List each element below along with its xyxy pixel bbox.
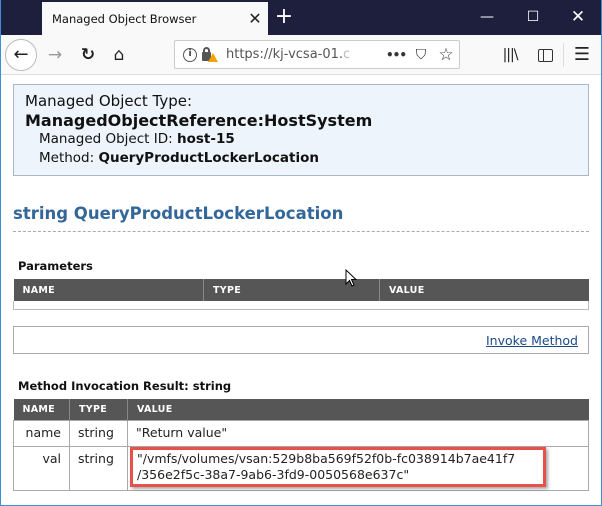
parameters-empty-row <box>13 301 589 310</box>
cell-type: string <box>69 420 128 447</box>
method-line: Method: QueryProductLockerLocation <box>25 149 577 168</box>
page-content: Managed Object Type: ManagedObjectRefere… <box>13 84 589 491</box>
cell-type: string <box>69 446 128 491</box>
home-icon[interactable]: ⌂ <box>105 41 133 69</box>
url-value-faded: c <box>343 47 351 62</box>
cell-name: val <box>13 446 70 491</box>
reload-icon[interactable]: ↻ <box>74 41 102 69</box>
star-icon[interactable]: ☆ <box>433 45 459 65</box>
parameters-header-row: NAME TYPE VALUE <box>13 279 589 301</box>
object-type-label: Managed Object Type: <box>25 92 192 110</box>
value-line-1: "/vmfs/volumes/vsan:529b8ba569f52f0b-fc0… <box>137 451 516 466</box>
tab-title: Managed Object Browser <box>52 11 197 26</box>
column-header-type: TYPE <box>69 398 128 421</box>
info-icon[interactable]: i <box>183 47 197 62</box>
url-bar[interactable]: i https://kj-vcsa-01.c ••• ⛉ ☆ <box>174 40 460 69</box>
navigation-toolbar: ← → ↻ ⌂ i https://kj-vcsa-01.c ••• ⛉ ☆ |… <box>1 35 601 75</box>
cell-value: "Return value" <box>127 420 589 447</box>
column-header-value: VALUE <box>127 398 589 421</box>
empty-cell <box>13 301 589 310</box>
invoke-box: Invoke Method <box>13 325 589 354</box>
parameters-table: NAME TYPE VALUE <box>13 279 589 310</box>
pocket-icon[interactable]: ⛉ <box>409 47 433 63</box>
table-row: name string "Return value" <box>13 420 589 447</box>
mouse-cursor-icon <box>345 269 357 287</box>
tab-managed-object-browser[interactable]: Managed Object Browser ✕ <box>42 2 268 35</box>
maximize-icon[interactable]: ☐ <box>513 2 553 32</box>
highlight-annotation: "/vmfs/volumes/vsan:529b8ba569f52f0b-fc0… <box>130 447 546 487</box>
forward-arrow-icon[interactable]: → <box>41 41 69 69</box>
close-icon[interactable]: ✕ <box>242 9 268 28</box>
result-title: Method Invocation Result: string <box>18 378 232 393</box>
object-id-line: Managed Object ID: host-15 <box>25 130 577 149</box>
toolbar-separator <box>563 43 564 67</box>
column-header-name: NAME <box>13 398 70 421</box>
close-window-icon[interactable]: ✕ <box>558 2 598 32</box>
cell-value: "/vmfs/volumes/vsan:529b8ba569f52f0b-fc0… <box>127 446 589 491</box>
result-table: NAME TYPE VALUE name string "Return valu… <box>13 398 589 491</box>
insecure-lock-icon[interactable] <box>202 46 218 63</box>
parameters-title: Parameters <box>18 259 93 273</box>
back-arrow-icon[interactable]: ← <box>5 39 37 71</box>
title-bar: Managed Object Browser ✕ + — ☐ ✕ <box>1 0 601 35</box>
sidebar-icon[interactable] <box>531 41 559 69</box>
object-id-label: Managed Object ID: <box>39 131 173 147</box>
column-header-name: NAME <box>13 279 204 301</box>
library-icon[interactable]: |||\ <box>496 41 524 69</box>
object-id-value: host-15 <box>176 131 235 147</box>
minimize-icon[interactable]: — <box>467 2 507 32</box>
hamburger-menu-icon[interactable]: ☰ <box>568 41 596 69</box>
object-info-box: Managed Object Type: ManagedObjectRefere… <box>13 84 589 176</box>
object-type-value: ManagedObjectReference:HostSystem <box>25 111 373 130</box>
column-header-value: VALUE <box>379 279 589 301</box>
method-signature: string QueryProductLockerLocation <box>13 204 589 232</box>
result-header-row: NAME TYPE VALUE <box>13 398 589 421</box>
method-label: Method: <box>39 150 95 166</box>
url-text[interactable]: https://kj-vcsa-01.c <box>226 47 383 62</box>
url-value: https://kj-vcsa-01. <box>226 47 344 62</box>
invoke-method-link[interactable]: Invoke Method <box>486 333 578 348</box>
more-icon[interactable]: ••• <box>383 48 409 62</box>
plus-icon[interactable]: + <box>271 3 297 31</box>
cell-name: name <box>13 420 70 447</box>
method-value: QueryProductLockerLocation <box>98 150 320 166</box>
value-line-2: /356e2f5c-38a7-9ab6-3fd9-0050568e637c" <box>137 467 410 482</box>
table-row: val string "/vmfs/volumes/vsan:529b8ba56… <box>13 446 589 491</box>
